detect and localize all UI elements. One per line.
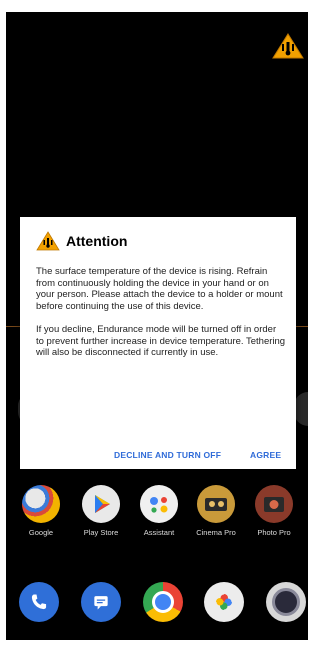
chrome-center	[152, 591, 174, 613]
app-label: Play Store	[83, 528, 119, 537]
google-folder-icon	[22, 485, 60, 523]
assistant-icon	[140, 485, 178, 523]
app-label: Photo Pro	[257, 528, 291, 537]
chrome-icon[interactable]	[143, 582, 183, 622]
cinema-pro-icon	[197, 485, 235, 523]
play-store-icon	[82, 485, 120, 523]
messages-icon[interactable]	[81, 582, 121, 622]
app-photo-pro[interactable]: Photo Pro	[249, 485, 299, 537]
app-label: Google	[28, 528, 54, 537]
app-label: Cinema Pro	[196, 528, 236, 537]
app-row: Google Play Store Assistant Cinema Pro P…	[6, 485, 308, 541]
dialog-paragraph-1: The surface temperature of the device is…	[36, 266, 283, 313]
widget-shadow	[294, 392, 308, 426]
app-google[interactable]: Google	[16, 485, 66, 537]
app-label: Assistant	[143, 528, 175, 537]
phone-icon[interactable]	[19, 582, 59, 622]
camera-lens	[272, 588, 300, 616]
attention-dialog: Attention The surface temperature of the…	[20, 217, 296, 469]
photo-pro-icon	[255, 485, 293, 523]
decline-and-turn-off-button[interactable]: DECLINE AND TURN OFF	[114, 450, 221, 460]
photos-icon[interactable]	[204, 582, 244, 622]
dialog-title-text: Attention	[66, 233, 128, 249]
app-play-store[interactable]: Play Store	[76, 485, 126, 537]
dialog-title: Attention	[36, 231, 127, 251]
dock	[6, 582, 308, 626]
app-cinema-pro[interactable]: Cinema Pro	[191, 485, 241, 537]
thermometer-warning-icon	[36, 231, 60, 251]
camera-icon[interactable]	[266, 582, 306, 622]
dialog-paragraph-2: If you decline, Endurance mode will be t…	[36, 323, 286, 359]
thermometer-warning-icon[interactable]	[272, 32, 304, 60]
app-assistant[interactable]: Assistant	[134, 485, 184, 537]
dialog-body: The surface temperature of the device is…	[36, 266, 286, 370]
agree-button[interactable]: AGREE	[250, 450, 281, 460]
